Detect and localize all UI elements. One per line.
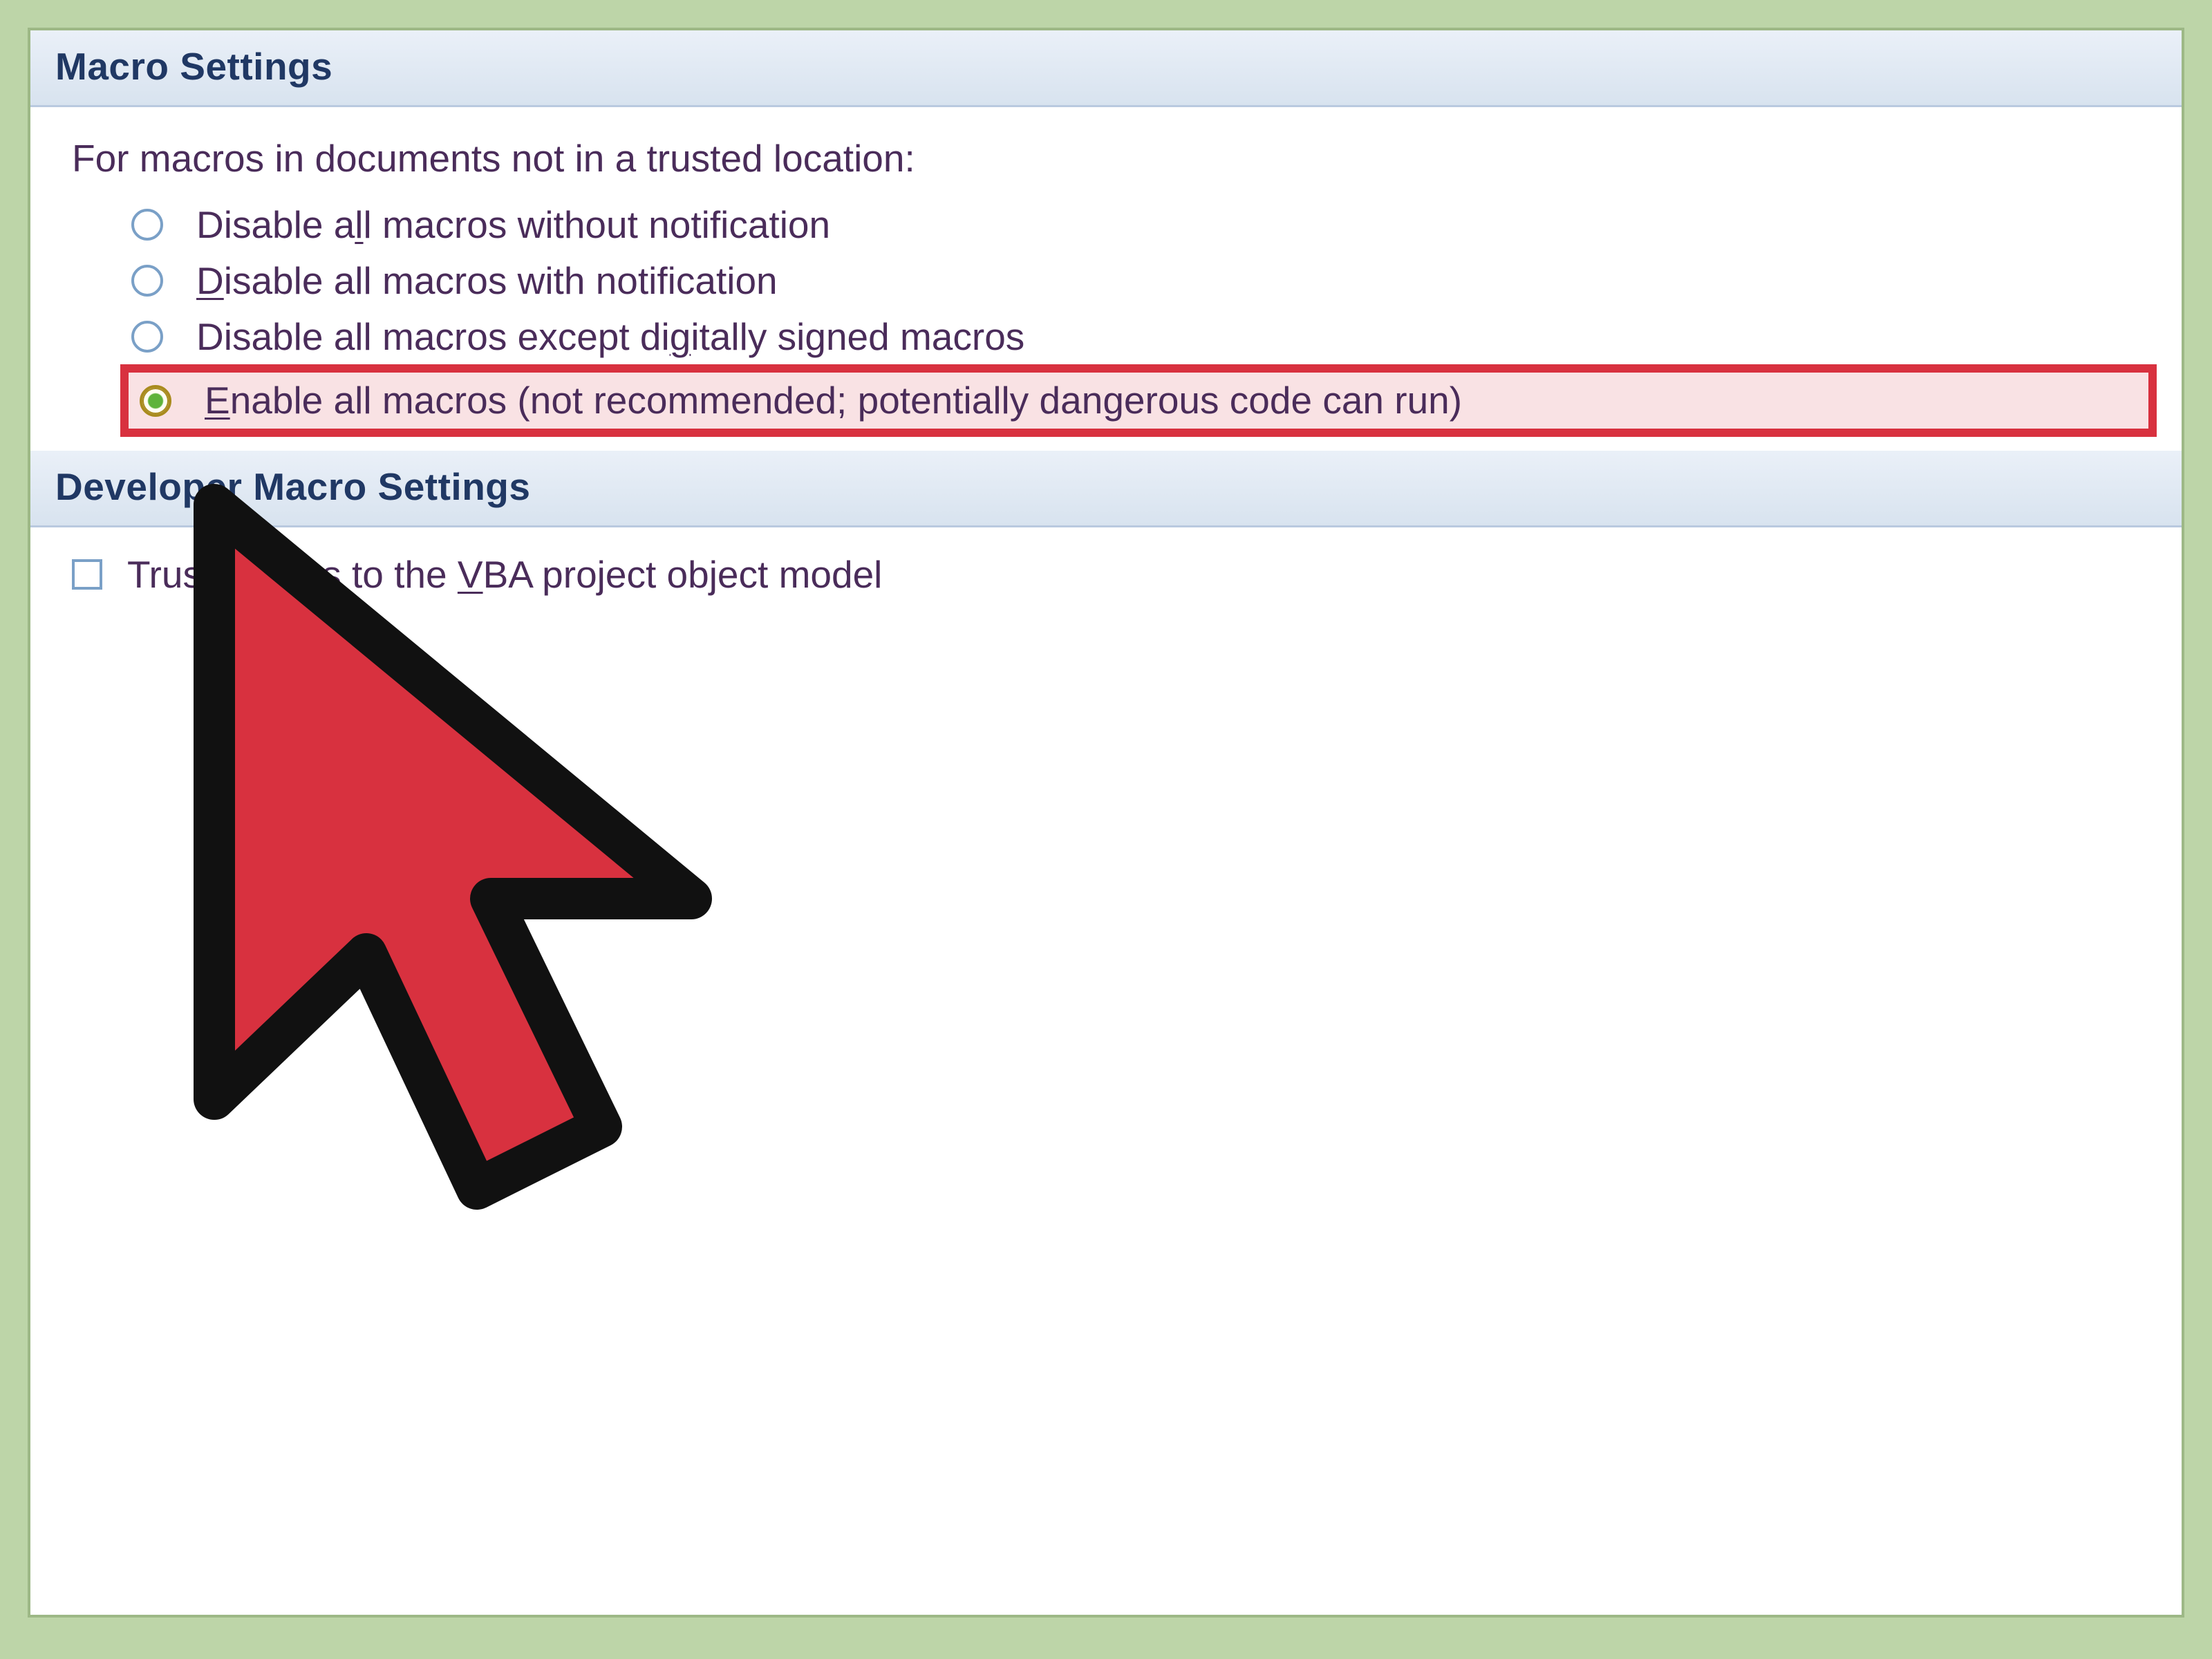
macro-radio-label: Disable all macros without notification bbox=[196, 201, 830, 249]
checkbox-icon[interactable] bbox=[72, 559, 102, 590]
macro-radio-mnemonic: E bbox=[205, 379, 230, 422]
macro-radio-option-2[interactable]: Disable all macros except digitally sign… bbox=[127, 309, 2157, 365]
macro-settings-header: Macro Settings bbox=[30, 30, 2182, 107]
macro-radio-mnemonic: g bbox=[670, 315, 691, 358]
radio-icon[interactable] bbox=[131, 209, 163, 241]
macro-radio-option-3[interactable]: Enable all macros (not recommended; pote… bbox=[120, 364, 2157, 437]
macro-settings-title: Macro Settings bbox=[55, 45, 332, 88]
macro-radio-label: Disable all macros except digitally sign… bbox=[196, 313, 1024, 361]
macro-radio-label-post: l macros without notification bbox=[364, 203, 831, 246]
trust-vba-label-post: BA project object model bbox=[483, 553, 883, 596]
macro-radio-label-post: isable all macros with notification bbox=[224, 259, 778, 302]
macro-radio-mnemonic: D bbox=[196, 259, 224, 302]
macro-radio-group: Disable all macros without notificationD… bbox=[127, 197, 2157, 437]
trust-vba-checkbox-row[interactable]: Trust access to the VBA project object m… bbox=[30, 527, 2182, 597]
trust-vba-label-pre: Trust access to the bbox=[127, 553, 458, 596]
macro-radio-label: Disable all macros with notification bbox=[196, 257, 778, 305]
macro-radio-label-pre: Disable a bbox=[196, 203, 355, 246]
macro-settings-body: For macros in documents not in a trusted… bbox=[30, 107, 2182, 451]
trust-vba-label: Trust access to the VBA project object m… bbox=[127, 552, 882, 597]
macro-radio-label-post: itally signed macros bbox=[691, 315, 1024, 358]
radio-icon[interactable] bbox=[131, 265, 163, 297]
macro-radio-mnemonic: l bbox=[355, 203, 363, 246]
radio-icon[interactable] bbox=[131, 321, 163, 353]
trust-vba-mnemonic: V bbox=[458, 553, 483, 596]
macro-radio-label-post: nable all macros (not recommended; poten… bbox=[230, 379, 1462, 422]
radio-icon[interactable] bbox=[140, 385, 171, 417]
macro-radio-option-0[interactable]: Disable all macros without notification bbox=[127, 197, 2157, 253]
macro-radio-label: Enable all macros (not recommended; pote… bbox=[205, 377, 1462, 424]
macro-radio-option-1[interactable]: Disable all macros with notification bbox=[127, 253, 2157, 309]
developer-macro-settings-header: Developer Macro Settings bbox=[30, 451, 2182, 527]
settings-panel: Macro Settings For macros in documents n… bbox=[28, 28, 2184, 1618]
macro-settings-intro: For macros in documents not in a trusted… bbox=[72, 136, 2157, 180]
macro-radio-label-pre: Disable all macros except di bbox=[196, 315, 670, 358]
developer-macro-settings-title: Developer Macro Settings bbox=[55, 465, 530, 508]
